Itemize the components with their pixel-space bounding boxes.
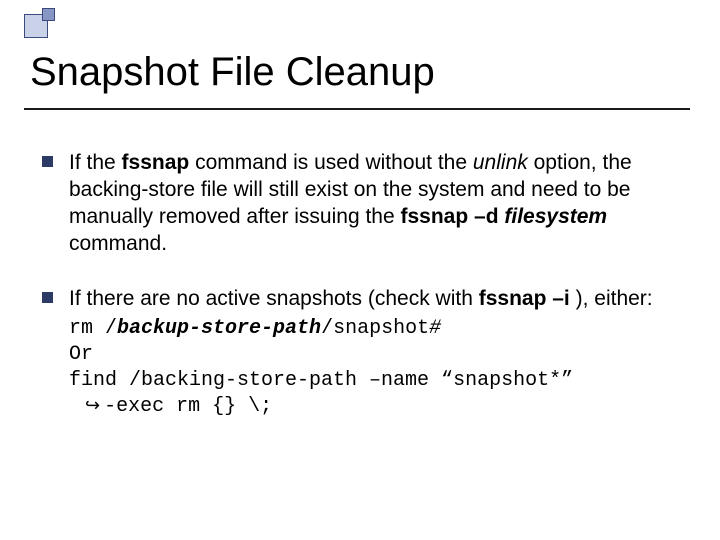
text-run: ), either:	[576, 287, 653, 310]
bullet-text: If the fssnap command is used without th…	[69, 150, 678, 258]
code-line: Or	[69, 342, 678, 368]
text-run: command is used without the	[195, 151, 473, 174]
bullet-text: If there are no active snapshots (check …	[69, 286, 678, 421]
title-underline	[24, 108, 690, 110]
text-run-bold: fssnap –i	[479, 287, 570, 310]
slide-body: If the fssnap command is used without th…	[42, 150, 678, 448]
code-run: -exec rm {} \;	[104, 394, 272, 420]
slide-title: Snapshot File Cleanup	[30, 50, 435, 95]
code-run-italic: #	[429, 317, 441, 340]
bullet-item: If there are no active snapshots (check …	[42, 286, 678, 421]
code-run: rm /	[69, 317, 117, 340]
text-run: command.	[69, 232, 167, 255]
text-run-bold: fssnap –d	[401, 205, 505, 228]
bullet-square-icon	[42, 292, 53, 303]
text-run-italic: unlink	[473, 151, 528, 174]
bullet-square-icon	[42, 156, 53, 167]
code-line: rm /backup-store-path/snapshot#	[69, 316, 678, 342]
code-run: /snapshot	[321, 317, 429, 340]
text-run: If there are no active snapshots (check …	[69, 287, 479, 310]
bullet-item: If the fssnap command is used without th…	[42, 150, 678, 258]
code-run-bold-italic: backup-store-path	[117, 317, 321, 340]
text-run-bold-italic: filesystem	[504, 205, 607, 228]
code-line: ↪-exec rm {} \;	[69, 394, 678, 420]
code-block: rm /backup-store-path/snapshot# Or find …	[69, 316, 678, 420]
code-line: find /backing-store-path –name “snapshot…	[69, 368, 678, 394]
arrow-icon: ↪	[85, 394, 100, 417]
deco-square-small	[42, 8, 55, 21]
text-run: If the	[69, 151, 122, 174]
text-run-bold: fssnap	[122, 151, 190, 174]
